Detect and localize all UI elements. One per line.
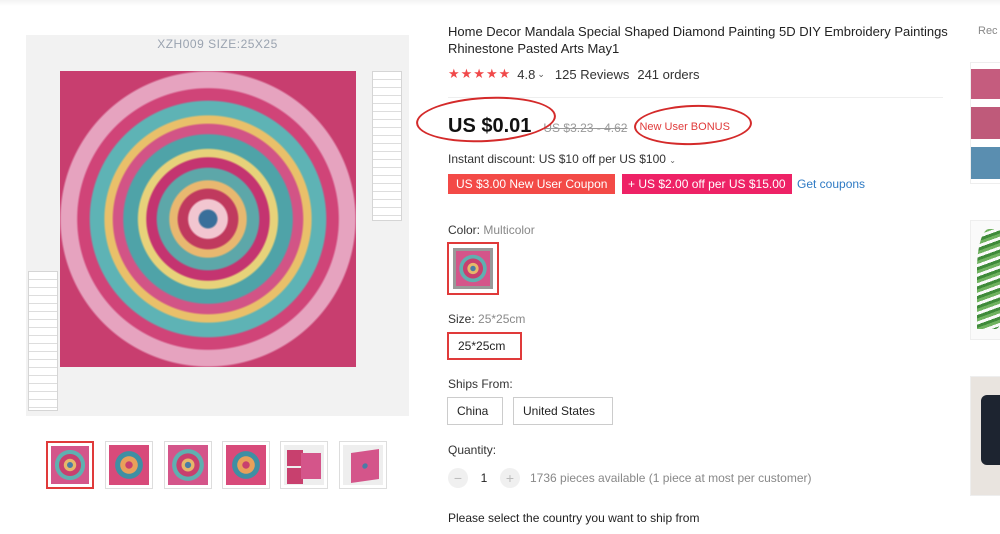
star-rating-icon: ★★★★★: [448, 66, 512, 81]
orders-count: 241 orders: [637, 66, 700, 82]
product-title: Home Decor Mandala Special Shaped Diamon…: [448, 24, 948, 56]
ships-from-label: Ships From:: [448, 377, 513, 391]
bonus-annotation-circle: [633, 102, 753, 148]
size-label-text: Size:: [448, 312, 475, 326]
thumbnail-4[interactable]: [222, 441, 270, 489]
color-value: Multicolor: [483, 223, 535, 237]
rating-row: ★★★★★ 4.8 ⌄ 125 Reviews 241 orders: [448, 66, 700, 82]
get-coupons-link[interactable]: Get coupons: [797, 177, 865, 191]
recommended-item-3[interactable]: [970, 376, 1000, 496]
increase-button[interactable]: +: [500, 468, 520, 488]
color-label-text: Color:: [448, 223, 481, 237]
coupon-row: US $3.00 New User Coupon + US $2.00 off …: [448, 174, 865, 194]
ships-from-china[interactable]: China: [447, 397, 503, 425]
top-shadow: [0, 0, 1000, 6]
color-label: Color: Multicolor: [448, 223, 535, 237]
ships-from-united-states[interactable]: United States: [513, 397, 613, 425]
mandala-painting: [60, 71, 356, 367]
reviews-link[interactable]: 125 Reviews: [555, 67, 629, 82]
ship-country-note: Please select the country you want to sh…: [448, 511, 700, 525]
new-user-coupon[interactable]: US $3.00 New User Coupon: [448, 174, 615, 194]
original-price: US $3.23 - 4.62: [543, 121, 628, 135]
size-value: 25*25cm: [478, 312, 526, 326]
quantity-stepper: − 1 + 1736 pieces available (1 piece at …: [448, 468, 811, 488]
chevron-down-icon[interactable]: ⌄: [537, 69, 545, 80]
quantity-label: Quantity:: [448, 443, 497, 457]
quantity-input[interactable]: 1: [468, 471, 500, 485]
instant-discount-text: Instant discount: US $10 off per US $100: [448, 152, 666, 166]
thumbnail-2[interactable]: [105, 441, 153, 489]
recommended-title: Rec: [978, 25, 998, 37]
thumbnail-3[interactable]: [164, 441, 212, 489]
size-label: Size: 25*25cm: [448, 312, 525, 326]
main-product-image[interactable]: XZH009 SIZE:25X25: [26, 35, 409, 416]
thumbnail-6[interactable]: [339, 441, 387, 489]
instant-discount[interactable]: Instant discount: US $10 off per US $100…: [448, 152, 676, 166]
color-option-multicolor[interactable]: [447, 242, 499, 295]
stock-available: 1736 pieces available (1 piece at most p…: [530, 471, 812, 485]
size-option-25x25[interactable]: 25*25cm: [447, 332, 522, 360]
store-coupon[interactable]: + US $2.00 off per US $15.00: [622, 174, 792, 194]
decrease-button[interactable]: −: [448, 468, 468, 488]
chevron-down-icon: ⌄: [669, 156, 676, 165]
recommended-item-2[interactable]: [970, 220, 1000, 340]
image-caption: XZH009 SIZE:25X25: [157, 37, 278, 51]
thumbnail-5[interactable]: [280, 441, 328, 489]
thumbnail-1[interactable]: [46, 441, 94, 489]
rating-value[interactable]: 4.8: [517, 67, 535, 82]
recommended-item-1[interactable]: [970, 62, 1000, 184]
color-chart-right: [372, 71, 402, 221]
color-chart-left: [28, 271, 58, 411]
